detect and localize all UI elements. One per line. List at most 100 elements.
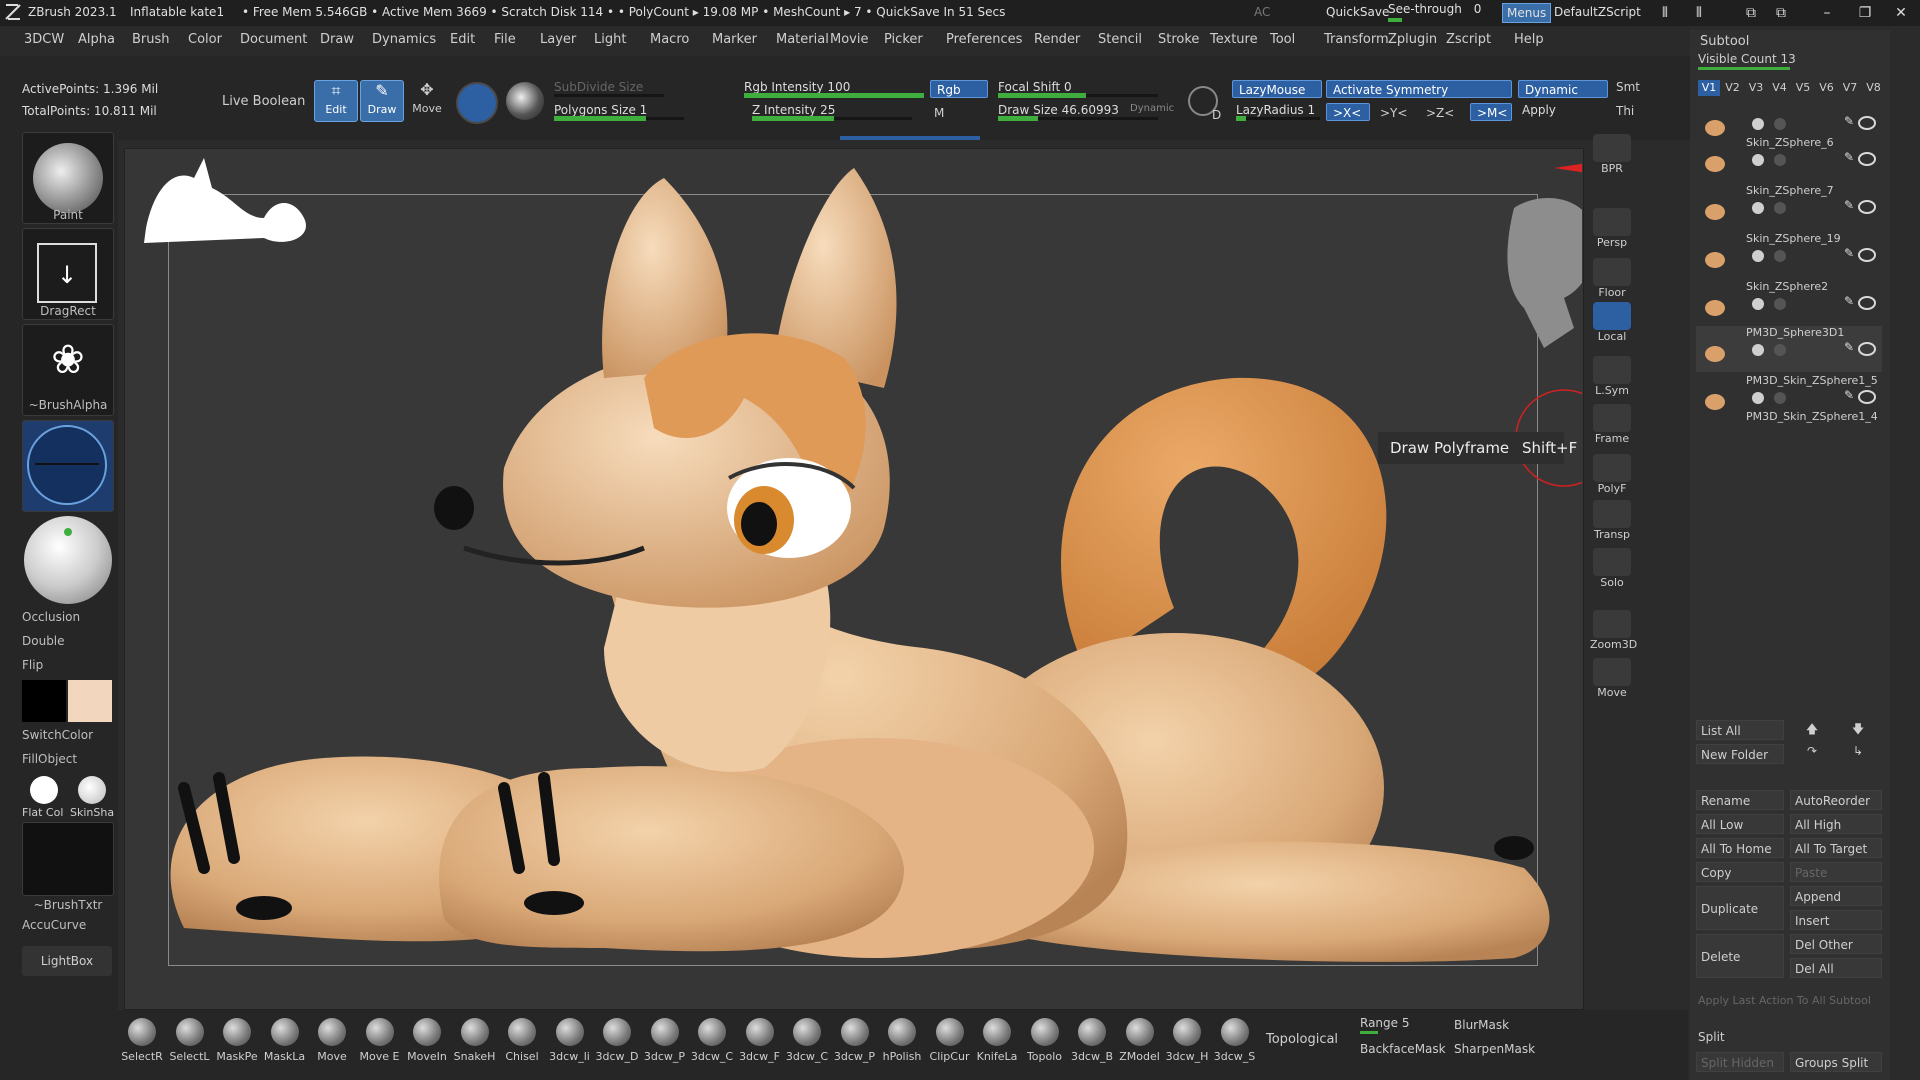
move-button[interactable]: ✥ Move bbox=[406, 80, 448, 120]
rename-button[interactable]: Rename bbox=[1696, 790, 1784, 810]
main-color-swatch[interactable] bbox=[22, 680, 66, 722]
close-icon[interactable]: ✕ bbox=[1890, 3, 1912, 23]
brush-button[interactable]: MaskLa bbox=[263, 1014, 307, 1074]
range-slider[interactable]: Range 5 bbox=[1360, 1016, 1444, 1034]
menu-item[interactable]: Macro bbox=[650, 32, 689, 47]
paste-button[interactable]: Paste bbox=[1790, 862, 1882, 882]
brush-edit-icon[interactable]: ✎ bbox=[1844, 388, 1854, 402]
minimize-icon[interactable]: – bbox=[1816, 3, 1838, 23]
menu-item[interactable]: Dynamics bbox=[372, 32, 436, 47]
arrow-down-icon[interactable]: 🡇 bbox=[1846, 720, 1870, 740]
brush-button[interactable]: ZModel bbox=[1118, 1014, 1162, 1074]
flip-button[interactable]: Flip bbox=[22, 658, 114, 672]
list-all-button[interactable]: List All bbox=[1696, 720, 1784, 740]
subtool-toggle[interactable] bbox=[1774, 392, 1786, 404]
subtool-toggle[interactable] bbox=[1752, 250, 1764, 262]
right-tool-button[interactable]: Frame bbox=[1590, 404, 1634, 448]
eye-icon[interactable] bbox=[1858, 296, 1876, 310]
m-button[interactable]: M bbox=[934, 106, 944, 120]
eye-icon[interactable] bbox=[1858, 390, 1876, 404]
menu-item[interactable]: Document bbox=[240, 32, 307, 47]
del-other-button[interactable]: Del Other bbox=[1790, 934, 1882, 954]
right-tool-button[interactable]: BPR bbox=[1590, 134, 1634, 178]
menu-item[interactable]: File bbox=[494, 32, 516, 47]
layout-icon[interactable]: ⦀ bbox=[1654, 3, 1676, 23]
subtool-toggle[interactable] bbox=[1774, 202, 1786, 214]
brush-button[interactable]: MaskPe bbox=[215, 1014, 259, 1074]
subtool-tab[interactable]: V5 bbox=[1792, 80, 1814, 96]
menu-item[interactable]: Light bbox=[594, 32, 626, 47]
rotate-button[interactable] bbox=[506, 82, 544, 120]
accucurve-button[interactable]: AccuCurve bbox=[22, 918, 114, 932]
brush-button[interactable]: 3dcw_P bbox=[643, 1014, 687, 1074]
all-high-button[interactable]: All High bbox=[1790, 814, 1882, 834]
right-tool-button[interactable]: Transp bbox=[1590, 500, 1634, 544]
seethrough-slider[interactable]: See-through 0 bbox=[1388, 2, 1490, 22]
subtool-tab[interactable]: V7 bbox=[1839, 80, 1861, 96]
menu-item[interactable]: Transform bbox=[1324, 32, 1389, 47]
brush-button[interactable]: SnakeH bbox=[453, 1014, 497, 1074]
subtool-item[interactable]: Skin_ZSphere2 ✎ bbox=[1696, 280, 1882, 326]
menu-item[interactable]: 3DCW bbox=[24, 32, 64, 47]
menu-item[interactable]: Edit bbox=[450, 32, 475, 47]
z-intensity-slider[interactable]: Z Intensity 25 bbox=[752, 103, 912, 121]
subtool-tab[interactable]: V8 bbox=[1863, 80, 1885, 96]
smt-button[interactable]: Smt bbox=[1616, 80, 1640, 94]
menu-item[interactable]: Alpha bbox=[78, 32, 115, 47]
all-to-home-button[interactable]: All To Home bbox=[1696, 838, 1784, 858]
fillobject-button[interactable]: FillObject bbox=[22, 752, 114, 766]
brush-button[interactable]: Chisel bbox=[500, 1014, 544, 1074]
texture-button[interactable] bbox=[22, 420, 114, 512]
y-symmetry-button[interactable]: >Y< bbox=[1380, 106, 1407, 120]
right-tool-button[interactable]: Local bbox=[1590, 302, 1634, 346]
brush-button[interactable]: 3dcw_B bbox=[1070, 1014, 1114, 1074]
brush-button[interactable]: 3dcw_D bbox=[595, 1014, 639, 1074]
brush-button[interactable]: ClipCur bbox=[928, 1014, 972, 1074]
lazyradius-slider[interactable]: LazyRadius 1 bbox=[1236, 103, 1320, 121]
subtool-toggle[interactable] bbox=[1752, 202, 1764, 214]
subtool-toggle[interactable] bbox=[1752, 344, 1764, 356]
eye-icon[interactable] bbox=[1858, 116, 1876, 130]
arrow-up-icon[interactable]: 🡅 bbox=[1800, 720, 1824, 740]
scale-button[interactable] bbox=[456, 82, 498, 124]
brush-edit-icon[interactable]: ✎ bbox=[1844, 150, 1854, 164]
menu-item[interactable]: Help bbox=[1514, 32, 1544, 47]
menu-item[interactable]: Stencil bbox=[1098, 32, 1142, 47]
brush-button[interactable]: Topolo bbox=[1023, 1014, 1067, 1074]
topological-button[interactable]: Topological bbox=[1266, 1032, 1338, 1047]
backfacemask-button[interactable]: BackfaceMask bbox=[1360, 1042, 1446, 1056]
delete-button[interactable]: Delete bbox=[1696, 934, 1784, 978]
menu-item[interactable]: Picker bbox=[884, 32, 923, 47]
double-button[interactable]: Double bbox=[22, 634, 114, 648]
z-symmetry-button[interactable]: >Z< bbox=[1426, 106, 1454, 120]
brush-edit-icon[interactable]: ✎ bbox=[1844, 294, 1854, 308]
menu-item[interactable]: Render bbox=[1034, 32, 1080, 47]
menu-item[interactable]: Zplugin bbox=[1388, 32, 1437, 47]
brush-button[interactable]: 3dcw_S bbox=[1213, 1014, 1257, 1074]
subtool-item[interactable]: PM3D_Sphere3D1 ✎ bbox=[1696, 326, 1882, 372]
d-button[interactable]: D bbox=[1212, 108, 1221, 122]
brush-button[interactable]: Move E bbox=[358, 1014, 402, 1074]
subtool-toggle[interactable] bbox=[1774, 298, 1786, 310]
subtool-toggle[interactable] bbox=[1774, 344, 1786, 356]
subtool-item[interactable]: PM3D_Skin_ZSphere1_4 bbox=[1696, 410, 1882, 456]
subtool-toggle[interactable] bbox=[1752, 298, 1764, 310]
eye-icon[interactable] bbox=[1858, 248, 1876, 262]
append-button[interactable]: Append bbox=[1790, 886, 1882, 906]
brush-button[interactable]: SelectR bbox=[120, 1014, 164, 1074]
fox-model-render[interactable] bbox=[124, 148, 1582, 1008]
brush-edit-icon[interactable]: ✎ bbox=[1844, 246, 1854, 260]
live-boolean-button[interactable]: Live Boolean bbox=[222, 94, 305, 109]
menu-item[interactable]: Marker bbox=[712, 32, 757, 47]
folder-out-icon[interactable]: ↳ bbox=[1846, 744, 1870, 764]
subtool-toggle[interactable] bbox=[1774, 250, 1786, 262]
brush-button[interactable]: 3dcw_li bbox=[548, 1014, 592, 1074]
folder-in-icon[interactable]: ↷ bbox=[1800, 744, 1824, 764]
restore-layout-icon[interactable]: ⧉ bbox=[1770, 3, 1792, 23]
insert-button[interactable]: Insert bbox=[1790, 910, 1882, 930]
menu-item[interactable]: Draw bbox=[320, 32, 354, 47]
right-tool-button[interactable]: Move bbox=[1590, 658, 1634, 702]
brush-button[interactable]: SelectL bbox=[168, 1014, 212, 1074]
right-tool-button[interactable]: PolyF bbox=[1590, 454, 1634, 498]
activate-symmetry-button[interactable]: Activate Symmetry bbox=[1326, 80, 1512, 98]
